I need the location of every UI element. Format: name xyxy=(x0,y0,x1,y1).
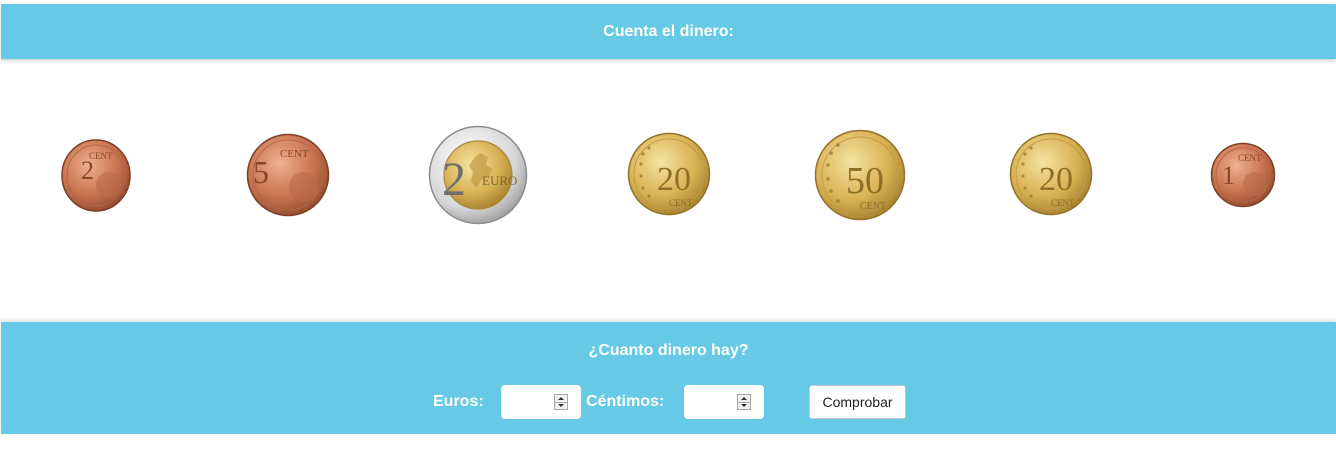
cents-input[interactable] xyxy=(684,385,744,419)
answer-panel: ¿Cuanto dinero hay? Euros: Céntimos: Com… xyxy=(1,322,1336,434)
euros-field xyxy=(501,385,581,419)
coin-unit: CENT xyxy=(860,201,886,212)
coin-unit: CENT xyxy=(89,151,113,161)
cents-spinner[interactable] xyxy=(737,394,751,410)
coin-numeral: 2 xyxy=(442,153,466,206)
coin-numeral: 50 xyxy=(846,160,884,202)
check-button[interactable]: Comprobar xyxy=(809,385,906,419)
coin-numeral: 5 xyxy=(253,154,269,190)
coin-numeral: 1 xyxy=(1222,161,1235,190)
coin-numeral: 20 xyxy=(1039,161,1073,198)
euros-label: Euros: xyxy=(433,393,484,410)
coin-unit: CENT xyxy=(1051,198,1075,208)
cents-decrement-button[interactable] xyxy=(738,402,750,409)
coin-20-cent: 20 CENT xyxy=(627,132,711,216)
coin-1-cent: 1 CENT xyxy=(1210,142,1276,208)
coin-unit: EURO xyxy=(482,173,517,188)
euros-decrement-button[interactable] xyxy=(555,402,567,409)
coin-2-cent: 2 CENT xyxy=(61,139,131,212)
question-text: ¿Cuanto dinero hay? xyxy=(588,342,749,359)
coins-area: 2 CENT 5 CENT 2 EURO 20 CENT 50 CENT 20 … xyxy=(0,0,1336,320)
coin-unit: CENT xyxy=(1238,153,1262,163)
cents-field xyxy=(684,385,764,419)
coin-unit: CENT xyxy=(669,198,693,208)
coin-numeral: 20 xyxy=(657,161,691,198)
coin-unit: CENT xyxy=(280,148,309,160)
cents-label: Céntimos: xyxy=(586,393,665,410)
coin-20-cent: 20 CENT xyxy=(1009,132,1093,216)
euros-spinner[interactable] xyxy=(554,394,568,410)
coin-5-cent: 5 CENT xyxy=(246,133,330,217)
coin-50-cent: 50 CENT xyxy=(814,129,906,221)
coin-2-euro: 2 EURO xyxy=(428,125,528,225)
euros-input[interactable] xyxy=(501,385,561,419)
